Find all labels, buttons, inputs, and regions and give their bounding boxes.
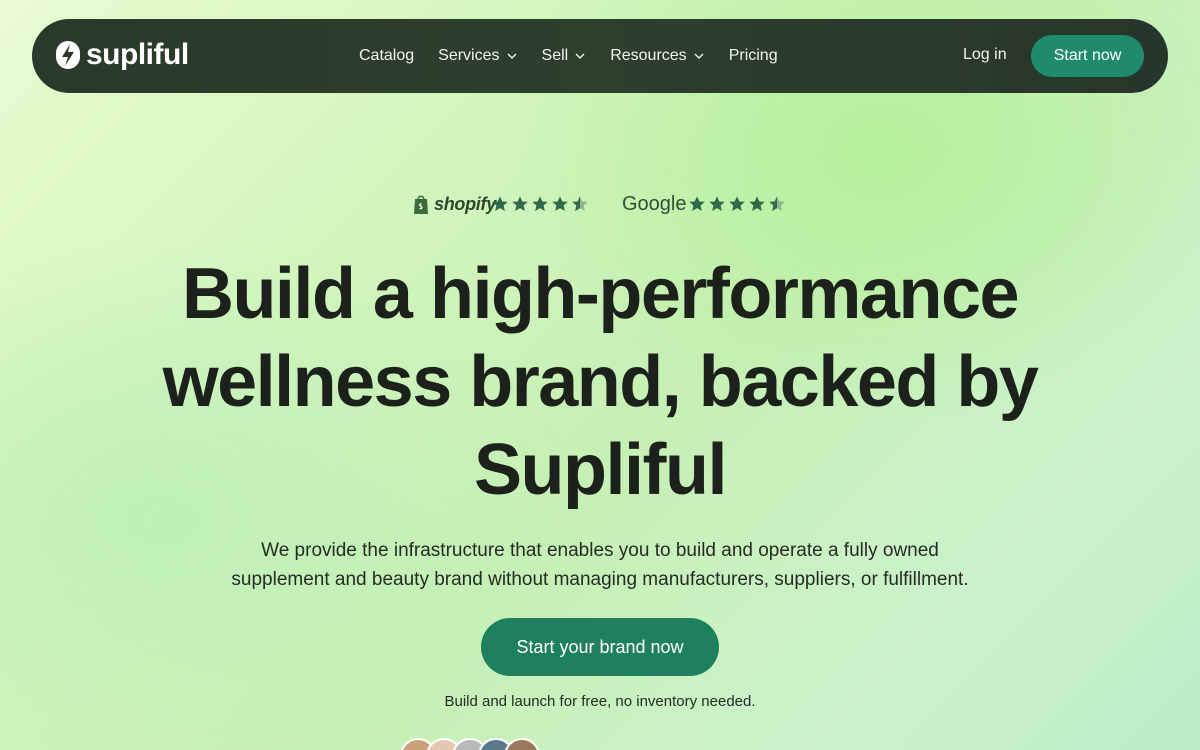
start-brand-button[interactable]: Start your brand now [481, 618, 719, 676]
star-icon [709, 196, 725, 212]
half-star-icon [769, 196, 785, 212]
star-icon [729, 196, 745, 212]
avatar [504, 738, 540, 750]
chevron-down-icon [575, 53, 585, 59]
star-icon [552, 196, 568, 212]
hero-headline: Build a high-performance wellness brand,… [140, 250, 1060, 514]
logo-text: supliful [86, 38, 189, 71]
nav-item-resources[interactable]: Resources [610, 47, 704, 65]
nav-item-label: Catalog [359, 47, 415, 64]
shopify-stars [491, 195, 589, 213]
login-link[interactable]: Log in [963, 46, 1007, 64]
star-icon [689, 196, 705, 212]
subtitle-line: supplement and beauty brand without mana… [231, 569, 969, 590]
headline-line: Build a high-performance [181, 254, 1020, 334]
google-stars [688, 195, 786, 213]
nav-item-label: Pricing [728, 47, 778, 64]
ratings-bar: shopify Google [0, 193, 1200, 219]
google-label: Google [622, 193, 687, 215]
shopify-bag-icon [414, 195, 428, 214]
logo[interactable]: supliful [56, 39, 189, 71]
top-navbar: supliful Catalog Services Sell Resources… [32, 19, 1168, 93]
hero-note: Build and launch for free, no inventory … [444, 693, 756, 710]
half-star-icon [572, 196, 588, 212]
nav-item-label: Sell [541, 47, 569, 64]
main-menu: Catalog Services Sell Resources Pricing [359, 19, 802, 93]
chevron-down-icon [507, 53, 517, 59]
nav-item-label: Services [438, 47, 500, 64]
chevron-down-icon [694, 53, 704, 59]
headline-line: wellness brand, backed by [162, 342, 1039, 422]
nav-item-label: Resources [610, 47, 687, 64]
star-icon [532, 196, 548, 212]
star-icon [512, 196, 528, 212]
subtitle-line: We provide the infrastructure that enabl… [261, 540, 939, 561]
shopify-rating: shopify [412, 193, 496, 215]
start-now-button[interactable]: Start now [1031, 35, 1144, 77]
shopify-label: shopify [434, 193, 496, 214]
nav-item-services[interactable]: Services [438, 47, 517, 65]
star-icon [749, 196, 765, 212]
nav-item-sell[interactable]: Sell [542, 47, 587, 65]
customer-avatars [400, 738, 540, 750]
nav-item-catalog[interactable]: Catalog [359, 47, 414, 65]
star-icon [492, 196, 508, 212]
hero-subtitle: We provide the infrastructure that enabl… [170, 536, 1030, 594]
supliful-logo-icon [56, 41, 80, 69]
nav-item-pricing[interactable]: Pricing [729, 47, 778, 65]
headline-line: Supliful [474, 430, 727, 510]
